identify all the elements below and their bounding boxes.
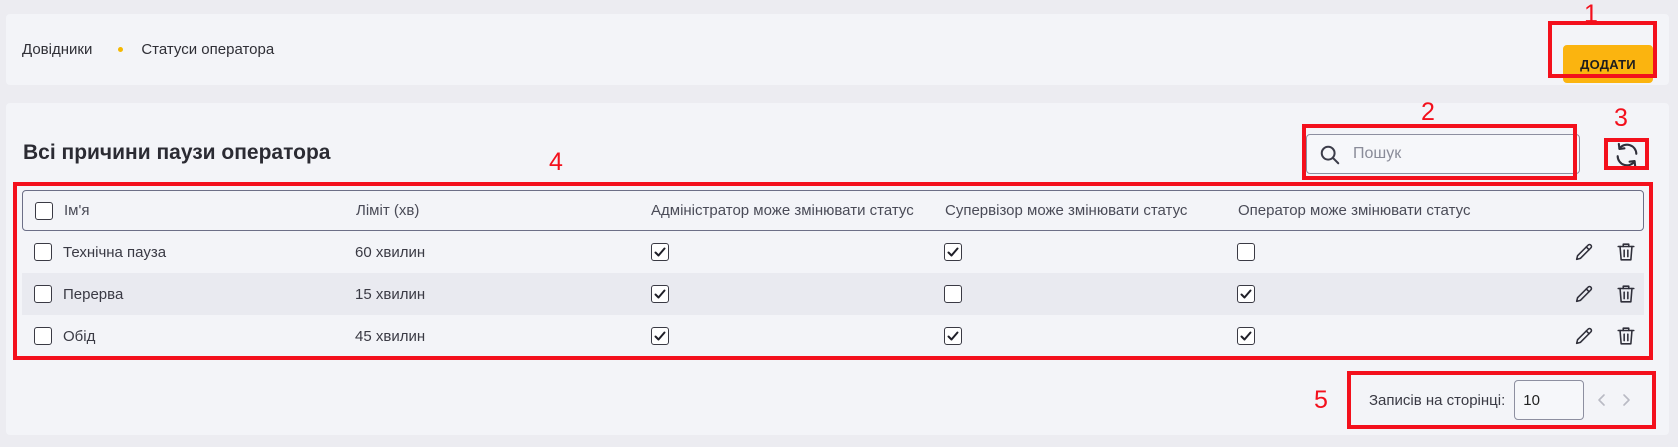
annotation-box-refresh — [1604, 138, 1649, 170]
top-bar: Довідники Статуси оператора ДОДАТИ — [6, 14, 1669, 85]
annotation-box-add — [1548, 21, 1657, 78]
annotation-label-1: 1 — [1584, 0, 1598, 28]
breadcrumb-current: Статуси оператора — [141, 41, 275, 58]
breadcrumb-root-link[interactable]: Довідники — [22, 41, 92, 58]
page-title: Всі причини паузи оператора — [23, 141, 331, 164]
annotation-label-4: 4 — [549, 148, 563, 176]
annotation-box-pagination — [1347, 371, 1656, 429]
annotation-label-2: 2 — [1421, 98, 1435, 126]
breadcrumb-separator-dot — [118, 47, 124, 52]
annotation-box-table — [13, 182, 1653, 360]
annotation-box-search — [1302, 124, 1577, 180]
annotation-label-5: 5 — [1314, 386, 1328, 414]
annotation-label-3: 3 — [1614, 104, 1628, 132]
breadcrumb: Довідники Статуси оператора — [22, 41, 274, 58]
